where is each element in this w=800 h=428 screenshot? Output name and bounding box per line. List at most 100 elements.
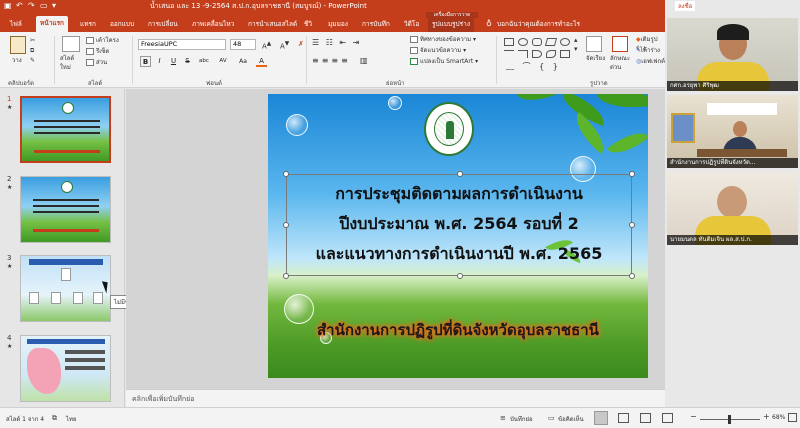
columns-icon[interactable]: ▥ [360,56,368,65]
shape-circle-icon[interactable] [560,38,570,46]
shape-effects-button[interactable]: ◎เอฟเฟกต์ [636,57,665,66]
fit-to-window-icon[interactable] [788,413,797,422]
shape-corner-icon[interactable] [518,50,528,58]
spellcheck-icon[interactable]: ⧉ [52,414,57,423]
comments-icon: ▭ [548,414,555,422]
ribbon: วาง ✂ ⧉ ✎ คลิปบอร์ด สไลด์ใหม่ เค้าโครง ร… [0,32,665,88]
font-color-button[interactable]: A [256,56,267,67]
reset-label: รีเซ็ต [96,48,110,55]
tab-insert[interactable]: แทรก [76,18,100,32]
start-from-beginning-icon[interactable]: ▭ [40,1,48,11]
resize-handle[interactable] [457,273,463,279]
quick-styles-icon[interactable] [612,36,628,52]
bold-button[interactable]: B [140,56,151,67]
tab-home[interactable]: หน้าแรก [36,16,68,32]
tab-shape-format[interactable]: รูปแบบรูปร่าง [428,18,474,32]
section-button[interactable]: ส่วน [86,58,107,67]
shapes-more-icon[interactable]: ▴ ▾ [574,36,578,54]
normal-view-icon[interactable] [594,411,608,425]
video-tile-2[interactable]: สำนักงานการปฏิรูปที่ดินจังหวัด... [667,95,798,168]
cut-icon[interactable]: ✂ [30,36,35,45]
reset-button[interactable]: รีเซ็ต [86,47,109,56]
tab-review[interactable]: ชีวิ [300,18,316,32]
grow-font-icon[interactable]: A▲ [262,40,271,51]
change-case-button[interactable]: Aa [236,56,250,67]
slide-thumbnail-1[interactable] [20,96,111,163]
underline-button[interactable]: U [168,56,179,67]
format-painter-icon[interactable]: ✎ [30,56,35,65]
arrange-icon[interactable] [586,36,602,52]
new-slide-icon[interactable] [62,36,80,52]
zoom-slider-handle[interactable] [728,415,731,424]
video-tile-3[interactable]: นายมนตล ทันติมเจิน ผล.ส.ป.ก. [667,172,798,245]
font-name-box[interactable]: FreesiaUPC [138,39,226,50]
align-text-button[interactable]: จัดแนวข้อความ ▾ [410,46,466,55]
redo-icon[interactable]: ↷ [28,1,35,11]
slide-show-icon[interactable] [662,413,673,423]
smartart-button[interactable]: แปลงเป็น SmartArt ▾ [410,57,478,66]
arrange-button[interactable]: จัดเรียง [586,54,605,63]
tab-video[interactable]: วิดีโอ [400,18,423,32]
slide-thumbnail-2[interactable] [20,176,111,243]
shadow-button[interactable]: abc [196,56,212,67]
shape-curves-icon[interactable]: ﹏ ⌒ { } [506,62,561,71]
shrink-font-icon[interactable]: A▼ [280,40,289,51]
video-tile-1[interactable]: กศก.อรยุพา ศิริพุฒ [667,18,798,91]
reading-view-icon[interactable] [640,413,651,423]
italic-button[interactable]: I [154,56,165,67]
tab-recording[interactable]: การบันทึก [358,18,394,32]
save-icon[interactable]: ▣ [4,1,12,11]
align-icons[interactable]: ≡≡≡≡ [312,56,351,65]
resize-handle[interactable] [283,273,289,279]
notes-pane[interactable]: คลิกเพื่อเพิ่มบันทึกย่อ [126,389,666,407]
tell-me-box[interactable]: บอกฉันว่าคุณต้องการทำอะไร [497,18,580,30]
quick-styles-button[interactable]: ลักษณะ ด่วน [610,54,632,72]
shape-parallelogram-icon[interactable] [544,38,558,46]
resize-handle[interactable] [629,273,635,279]
zoom-out-button[interactable]: − [690,412,697,421]
shape-arc-icon[interactable] [532,50,542,58]
notes-button[interactable]: บันทึกย่อ [510,414,533,424]
customize-quick-access-icon[interactable]: ▾ [52,1,56,11]
font-size-box[interactable]: 48 [230,39,256,50]
copy-icon[interactable]: ⧉ [30,46,34,55]
tab-file[interactable]: ไฟล์ [6,18,26,32]
paragraph-group-label: ย่อหน้า [386,80,405,87]
shape-wave-icon[interactable] [546,50,556,58]
tab-slide-show[interactable]: การนำเสนอสไลด์ [244,18,301,32]
zoom-in-button[interactable]: + [763,412,770,421]
shape-flowchart-icon[interactable] [560,50,570,58]
shape-rectangle-icon[interactable] [504,38,514,46]
undo-icon[interactable]: ↶ [16,1,23,11]
leaf-decoration [596,94,648,115]
tab-view[interactable]: มุมมอง [324,18,352,32]
shape-rounded-rect-icon[interactable] [532,38,542,46]
slide-thumbnail-3[interactable] [20,255,111,322]
language-indicator[interactable]: ไทย [66,414,77,424]
sign-in-link[interactable]: ลงชื่อ [675,1,696,11]
shape-outline-button[interactable]: ✎เค้าร่าง [636,46,660,55]
paste-button-label[interactable]: วาง [12,56,22,65]
tab-design[interactable]: ออกแบบ [106,18,138,32]
resize-handle[interactable] [457,171,463,177]
slide-canvas[interactable]: การประชุมติดตามผลการดำเนินงาน ปีงบประมาณ… [268,94,648,378]
text-direction-button[interactable]: ทิศทางของข้อความ ▾ [410,35,476,44]
slide-sorter-icon[interactable] [618,413,629,423]
resize-handle[interactable] [283,171,289,177]
layout-button[interactable]: เค้าโครง [86,36,119,45]
tab-animations[interactable]: ภาพเคลื่อนไหว [188,18,238,32]
resize-handle[interactable] [629,171,635,177]
paste-icon[interactable] [10,36,26,54]
tab-transitions[interactable]: การเปลี่ยน [144,18,182,32]
slide-thumbnail-4[interactable] [20,335,111,402]
character-spacing-button[interactable]: AV [216,56,230,67]
zoom-level[interactable]: 68% [772,414,785,421]
strikethrough-button[interactable]: S [182,56,193,67]
shape-oval-icon[interactable] [518,38,528,46]
bullets-icon[interactable]: ☰ ☷ ⇤ ⇥ [312,38,361,47]
new-slide-button[interactable]: สไลด์ใหม่ [60,54,84,72]
comments-button[interactable]: ข้อคิดเห็น [558,414,584,424]
clear-formatting-icon[interactable]: ✗ [298,40,304,49]
shape-line-icon[interactable] [504,50,514,58]
slide-subtitle[interactable]: สำนักงานการปฏิรูปที่ดินจังหวัดอุบลราชธาน… [268,318,648,342]
